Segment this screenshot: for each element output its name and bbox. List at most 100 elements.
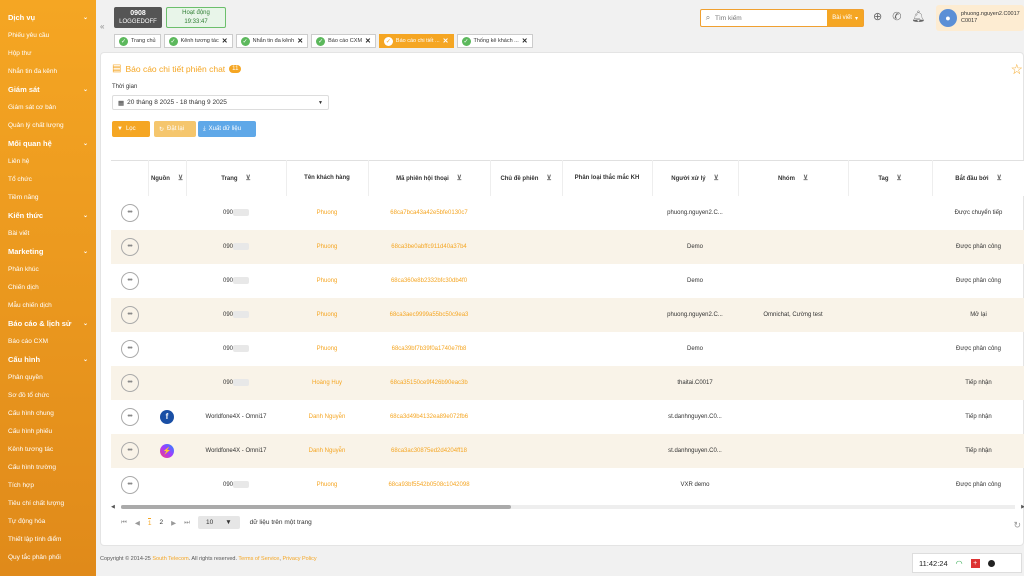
sidebar-item[interactable]: Cấu hình phiếu	[0, 422, 96, 440]
session-id-link[interactable]: 68ca3ac30875ed2d4204ff18	[368, 433, 490, 468]
filter-icon[interactable]: ⊻	[546, 175, 551, 182]
table-row[interactable]: ••• ⚡ Worldfone4X - Omni17 Danh Nguyễn 68ca3…	[111, 433, 1024, 468]
horizontal-scrollbar[interactable]: ◀ ▶	[111, 503, 1024, 511]
table-row[interactable]: ••• 090 Phuong 68ca7bca43a42e5bfe0130c7 phuo…	[111, 196, 1024, 230]
session-id-link[interactable]: 68ca7bca43a42e5bfe0130c7	[368, 196, 490, 230]
more-options-icon[interactable]: •••	[120, 203, 139, 222]
session-id-link[interactable]: 68ca35150ce9f426b90eac3b	[368, 365, 490, 400]
sidebar-section[interactable]: Dịch vụ ⌄	[0, 8, 96, 26]
column-header[interactable]: Nhóm ⊻	[738, 160, 849, 196]
company-link[interactable]: South Telecom	[152, 556, 188, 562]
more-options-icon[interactable]: •••	[120, 373, 139, 392]
table-row[interactable]: ••• 090 Phuong 68ca3aec9999a55bc50c9ea3 phuo…	[111, 297, 1024, 332]
column-header[interactable]: Tag ⊻	[848, 160, 933, 196]
sidebar-item[interactable]: Phân khúc	[0, 260, 96, 278]
more-options-icon[interactable]: •••	[120, 339, 139, 358]
tab-item[interactable]: ✓ Kênh tương tác ✕	[163, 34, 233, 48]
session-id-link[interactable]: 68ca39bf7b39f0a1740e7fb8	[368, 332, 490, 366]
next-page-icon[interactable]: ▶	[171, 519, 176, 527]
scroll-left-icon[interactable]: ◀	[111, 504, 115, 510]
session-id-link[interactable]: 68ca3aec9999a55bc50c9ea3	[368, 297, 490, 332]
column-header[interactable]: Trang ⊻	[186, 160, 287, 196]
favorite-star-icon[interactable]: ☆	[1010, 61, 1023, 78]
reset-button[interactable]: ↻ Đặt lại	[154, 121, 196, 137]
customer-name-link[interactable]: Danh Nguyễn	[286, 400, 368, 434]
sidebar-item[interactable]: Thiết lập tính điểm	[0, 530, 96, 548]
date-range-select[interactable]: ▦ 20 tháng 8 2025 - 18 tháng 9 2025 ▼	[112, 95, 329, 110]
search-scope-dropdown[interactable]: Bài viết ▾	[827, 10, 863, 26]
customer-name-link[interactable]: Phuong	[286, 297, 368, 332]
sidebar-item[interactable]: Quản lý chất lượng	[0, 116, 96, 134]
sidebar-item[interactable]: Quy tắc phân phối	[0, 548, 96, 566]
close-icon[interactable]: ✕	[297, 37, 303, 45]
filter-icon[interactable]: ⊻	[178, 175, 183, 182]
sidebar-item[interactable]: Liên hệ	[0, 152, 96, 170]
page-2[interactable]: 2	[159, 519, 163, 526]
sidebar-item[interactable]: Giám sát cơ bản	[0, 98, 96, 116]
sidebar-item[interactable]: Cấu hình chung	[0, 404, 96, 422]
more-options-icon[interactable]: •••	[120, 305, 139, 324]
column-header[interactable]: Bắt đầu bởi ⊻	[932, 160, 1024, 196]
tab-item[interactable]: ✓ Trang chủ	[114, 34, 161, 48]
sidebar-item[interactable]: Cấu hình trường	[0, 458, 96, 476]
collapse-sidebar-icon[interactable]: «	[100, 22, 104, 31]
column-header[interactable]: Mã phiên hội thoại ⊻	[368, 160, 491, 196]
sidebar-item[interactable]: Hộp thư	[0, 44, 96, 62]
sidebar-section[interactable]: Cấu hình ⌄	[0, 350, 96, 368]
sidebar-section[interactable]: Giám sát ⌄	[0, 80, 96, 98]
page-1[interactable]: 1	[147, 518, 152, 527]
medical-cross-icon[interactable]: +	[970, 558, 980, 568]
more-options-icon[interactable]: •••	[120, 475, 139, 494]
table-row[interactable]: ••• 090 Phuong 68ca39bf7b39f0a1740e7fb8 Demo…	[111, 332, 1024, 366]
first-page-icon[interactable]: ⏮	[121, 519, 127, 527]
sidebar-item[interactable]: Tiềm năng	[0, 188, 96, 206]
column-header[interactable]: Phân loại thắc mắc KH	[562, 160, 653, 196]
customer-name-link[interactable]: Danh Nguyễn	[286, 433, 368, 468]
session-id-link[interactable]: 68ca93bf5542b0508c1042098	[368, 468, 490, 499]
terms-link[interactable]: Terms of Service	[238, 556, 279, 562]
sidebar-item[interactable]: Tổ chức	[0, 170, 96, 188]
close-icon[interactable]: ✕	[522, 37, 528, 45]
reload-icon[interactable]: ↻	[1013, 520, 1021, 531]
filter-icon[interactable]: ⊻	[997, 175, 1002, 182]
close-icon[interactable]: ✕	[222, 37, 228, 45]
prev-page-icon[interactable]: ◀	[135, 519, 140, 527]
filter-icon[interactable]: ⊻	[897, 175, 902, 182]
privacy-link[interactable]: Privacy Policy	[282, 556, 316, 562]
activity-status-box[interactable]: Hoạt động 19:33:47	[166, 7, 226, 28]
filter-icon[interactable]: ⊻	[803, 175, 808, 182]
filter-button[interactable]: ▼ Lọc	[112, 121, 150, 137]
customer-name-link[interactable]: Phuong	[286, 229, 368, 264]
sidebar-item[interactable]: Tự động hóa	[0, 512, 96, 530]
agent-status-box[interactable]: 0908 LOGGEDOFF	[114, 7, 162, 28]
user-menu[interactable]: ● phuong.nguyen2.C0017 C0017	[936, 5, 1024, 31]
sidebar-item[interactable]: Phiếu yêu cầu	[0, 26, 96, 44]
column-header[interactable]: Tên khách hàng	[286, 160, 369, 196]
filter-icon[interactable]: ⊻	[457, 175, 462, 182]
more-options-icon[interactable]: •••	[120, 407, 139, 426]
customer-name-link[interactable]: Phuong	[286, 264, 368, 298]
more-options-icon[interactable]: •••	[120, 271, 139, 290]
session-id-link[interactable]: 68ca3d49b4132ea89e072fb6	[368, 400, 490, 434]
sidebar-section[interactable]: Marketing ⌄	[0, 242, 96, 260]
customer-name-link[interactable]: Phuong	[286, 332, 368, 366]
sidebar-section[interactable]: Mối quan hệ ⌄	[0, 134, 96, 152]
table-row[interactable]: ••• 090 Phuong 68ca360e8b2332bfc30db4f0 Demo…	[111, 264, 1024, 298]
scroll-thumb[interactable]	[120, 505, 511, 509]
customer-name-link[interactable]: Phuong	[286, 196, 368, 230]
export-button[interactable]: ⤓ Xuất dữ liệu	[198, 121, 256, 137]
filter-icon[interactable]: ⊻	[246, 175, 251, 182]
add-circle-icon[interactable]: ⊕	[873, 10, 882, 23]
sidebar-section[interactable]: Báo cáo & lịch sử ⌄	[0, 314, 96, 332]
filter-icon[interactable]: ⊻	[714, 175, 719, 182]
sidebar-item[interactable]: Tiêu chí chất lượng	[0, 494, 96, 512]
sidebar-item[interactable]: Mẫu chiến dịch	[0, 296, 96, 314]
close-icon[interactable]: ✕	[443, 37, 449, 45]
tab-item[interactable]: ✓ Báo cáo chi tiết ... ✕	[378, 34, 454, 48]
close-icon[interactable]: ✕	[365, 37, 371, 45]
column-header[interactable]: Người xử lý ⊻	[652, 160, 739, 196]
last-page-icon[interactable]: ⏭	[184, 519, 190, 527]
column-header[interactable]: Nguồn ⊻	[148, 160, 187, 196]
more-options-icon[interactable]: •••	[120, 237, 139, 256]
table-row[interactable]: ••• 090 Phuong 68ca3be0abffc911d40a37b4 Demo…	[111, 229, 1024, 264]
